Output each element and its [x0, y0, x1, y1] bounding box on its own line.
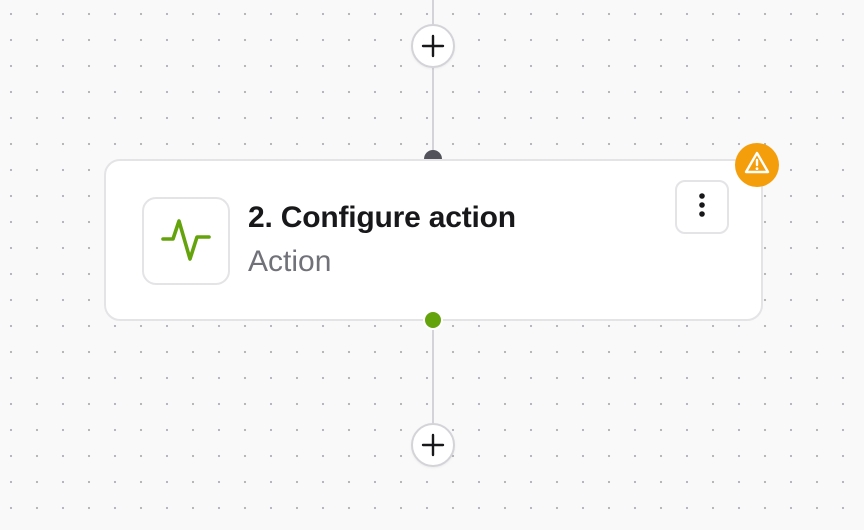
workflow-node-card[interactable]: 2. Configure action Action: [104, 159, 763, 321]
node-subtitle: Action: [248, 245, 332, 278]
node-title: 2. Configure action: [248, 201, 516, 234]
add-step-button-top[interactable]: [411, 24, 455, 68]
plus-icon: [421, 433, 445, 457]
node-icon-container: [142, 197, 230, 285]
more-vertical-icon: [698, 192, 706, 223]
add-step-button-bottom[interactable]: [411, 423, 455, 467]
connector-top: [432, 0, 434, 26]
alert-triangle-icon: [744, 150, 770, 181]
warning-badge[interactable]: [735, 143, 779, 187]
plus-icon: [421, 34, 445, 58]
connector-node-to-bottom: [432, 320, 434, 424]
activity-pulse-icon: [160, 213, 212, 270]
node-menu-button[interactable]: [675, 180, 729, 234]
connector-top-to-node: [432, 68, 434, 158]
node-output-handle[interactable]: [423, 310, 443, 330]
